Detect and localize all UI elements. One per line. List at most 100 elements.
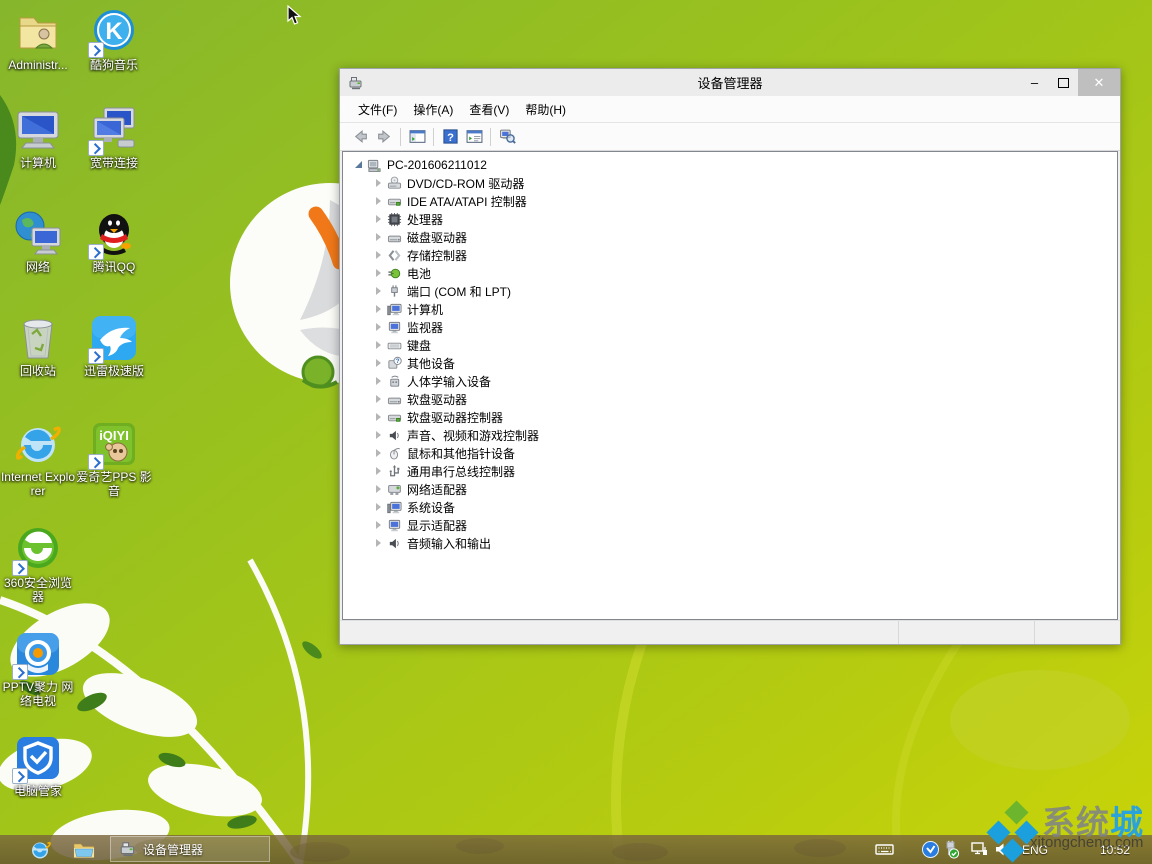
- menu-action[interactable]: 操作(A): [405, 97, 461, 122]
- desktop-icon-xunlei[interactable]: 迅雷极速版: [76, 314, 152, 378]
- console-tree-button[interactable]: [405, 126, 429, 148]
- device-tree: PC-201606211012 DVD/CD-ROM 驱动器 IDE ATA/A…: [342, 151, 1118, 620]
- floppy-drive-icon: [387, 392, 402, 407]
- tree-item-processor[interactable]: 处理器: [343, 210, 1117, 228]
- expand-collapsed-icon[interactable]: [373, 393, 385, 405]
- other-devices-icon: [387, 356, 402, 371]
- maximize-button[interactable]: [1049, 69, 1078, 96]
- tree-item-sound[interactable]: 声音、视频和游戏控制器: [343, 426, 1117, 444]
- expand-collapsed-icon[interactable]: [373, 339, 385, 351]
- tree-item-network-adapter[interactable]: 网络适配器: [343, 480, 1117, 498]
- desktop-icon-computer[interactable]: 计算机: [0, 106, 76, 170]
- expand-collapsed-icon[interactable]: [373, 177, 385, 189]
- tree-item-label: 鼠标和其他指针设备: [407, 445, 515, 462]
- expand-collapsed-icon[interactable]: [373, 411, 385, 423]
- expand-collapsed-icon[interactable]: [373, 285, 385, 297]
- volume-tray-icon[interactable]: [993, 840, 1012, 859]
- tree-item-label: 电池: [407, 265, 431, 282]
- desktop-icon-iqiyi[interactable]: iQIYI 爱奇艺PPS 影音: [76, 420, 152, 498]
- desktop-icon-internet-explorer[interactable]: Internet Explorer: [0, 420, 76, 498]
- tree-item-mouse[interactable]: 鼠标和其他指针设备: [343, 444, 1117, 462]
- menu-view[interactable]: 查看(V): [461, 97, 517, 122]
- forward-button[interactable]: [372, 126, 396, 148]
- tree-item-label: 人体学输入设备: [407, 373, 491, 390]
- tree-item-ports[interactable]: 端口 (COM 和 LPT): [343, 282, 1117, 300]
- usb-safely-remove-icon[interactable]: [941, 840, 960, 859]
- scan-hardware-button[interactable]: [495, 126, 519, 148]
- network-icon: [14, 210, 62, 258]
- tree-item-ide[interactable]: IDE ATA/ATAPI 控制器: [343, 192, 1117, 210]
- desktop-icon-network[interactable]: 网络: [0, 210, 76, 274]
- expand-expanded-icon[interactable]: [353, 159, 365, 171]
- expand-collapsed-icon[interactable]: [373, 231, 385, 243]
- expand-collapsed-icon[interactable]: [373, 447, 385, 459]
- shortcut-arrow-icon: [88, 140, 104, 156]
- menu-help[interactable]: 帮助(H): [517, 97, 574, 122]
- desktop-icon-recycle-bin[interactable]: 回收站: [0, 314, 76, 378]
- clock[interactable]: 10:52: [1100, 843, 1130, 857]
- tree-item-disk[interactable]: 磁盘驱动器: [343, 228, 1117, 246]
- expand-collapsed-icon[interactable]: [373, 321, 385, 333]
- minimize-button[interactable]: –: [1020, 69, 1049, 96]
- battery-icon: [387, 266, 402, 281]
- scan-hardware-icon: [499, 128, 516, 145]
- desktop-icon-kugou[interactable]: K 酷狗音乐: [76, 8, 152, 72]
- tree-item-dvd[interactable]: DVD/CD-ROM 驱动器: [343, 174, 1117, 192]
- expand-collapsed-icon[interactable]: [373, 195, 385, 207]
- desktop-icon-360-browser[interactable]: 360安全浏览器: [0, 526, 76, 604]
- expand-collapsed-icon[interactable]: [373, 249, 385, 261]
- expand-collapsed-icon[interactable]: [373, 213, 385, 225]
- tree-item-usb[interactable]: 通用串行总线控制器: [343, 462, 1117, 480]
- tree-item-label: 计算机: [407, 301, 443, 318]
- tree-item-label: DVD/CD-ROM 驱动器: [407, 175, 524, 192]
- expand-collapsed-icon[interactable]: [373, 267, 385, 279]
- desktop-icon-pc-manager[interactable]: 电脑管家: [0, 734, 76, 798]
- taskbar-explorer-button[interactable]: [72, 838, 96, 862]
- tree-item-battery[interactable]: 电池: [343, 264, 1117, 282]
- tree-item-system-devices[interactable]: 系统设备: [343, 498, 1117, 516]
- tree-item-computer[interactable]: 计算机: [343, 300, 1117, 318]
- tree-item-hid[interactable]: 人体学输入设备: [343, 372, 1117, 390]
- properties-button[interactable]: [462, 126, 486, 148]
- desktop-icon-qq[interactable]: 腾讯QQ: [76, 210, 152, 274]
- mouse-pointing-icon: [387, 446, 402, 461]
- expand-collapsed-icon[interactable]: [373, 483, 385, 495]
- expand-collapsed-icon[interactable]: [373, 303, 385, 315]
- taskbar-task-device-manager[interactable]: 设备管理器: [110, 836, 270, 862]
- pc-manager-tray-icon[interactable]: [921, 840, 940, 859]
- help-button[interactable]: [438, 126, 462, 148]
- window-toolbar: [340, 123, 1120, 151]
- expand-collapsed-icon[interactable]: [373, 429, 385, 441]
- shortcut-arrow-icon: [12, 768, 28, 784]
- language-indicator[interactable]: ENG: [1022, 843, 1048, 857]
- menu-file[interactable]: 文件(F): [350, 97, 405, 122]
- desktop-icon-broadband[interactable]: 宽带连接: [76, 106, 152, 170]
- tree-item-label: 通用串行总线控制器: [407, 463, 515, 480]
- desktop-icon-pptv[interactable]: PPTV聚力 网络电视: [0, 630, 76, 708]
- taskbar-ie-button[interactable]: [28, 838, 52, 862]
- storage-controller-icon: [387, 248, 402, 263]
- tree-item-label: 监视器: [407, 319, 443, 336]
- desktop-icon-administrator[interactable]: Administr...: [0, 8, 76, 72]
- tree-item-monitor[interactable]: 监视器: [343, 318, 1117, 336]
- expand-collapsed-icon[interactable]: [373, 501, 385, 513]
- tree-item-storage[interactable]: 存储控制器: [343, 246, 1117, 264]
- expand-collapsed-icon[interactable]: [373, 375, 385, 387]
- window-titlebar[interactable]: 设备管理器 – ✕: [340, 69, 1120, 96]
- recycle-bin-icon: [14, 314, 62, 362]
- expand-collapsed-icon[interactable]: [373, 537, 385, 549]
- expand-collapsed-icon[interactable]: [373, 357, 385, 369]
- tree-item-floppy-controller[interactable]: 软盘驱动器控制器: [343, 408, 1117, 426]
- tree-item-display-adapter[interactable]: 显示适配器: [343, 516, 1117, 534]
- tree-item-keyboard[interactable]: 键盘: [343, 336, 1117, 354]
- expand-collapsed-icon[interactable]: [373, 465, 385, 477]
- expand-collapsed-icon[interactable]: [373, 519, 385, 531]
- close-button[interactable]: ✕: [1078, 69, 1120, 96]
- touch-keyboard-icon[interactable]: [875, 840, 894, 859]
- tree-root[interactable]: PC-201606211012: [343, 156, 1117, 174]
- tree-item-audio-io[interactable]: 音频输入和输出: [343, 534, 1117, 552]
- network-tray-icon[interactable]: [970, 840, 989, 859]
- tree-item-other[interactable]: 其他设备: [343, 354, 1117, 372]
- tree-item-floppy-drive[interactable]: 软盘驱动器: [343, 390, 1117, 408]
- back-button[interactable]: [348, 126, 372, 148]
